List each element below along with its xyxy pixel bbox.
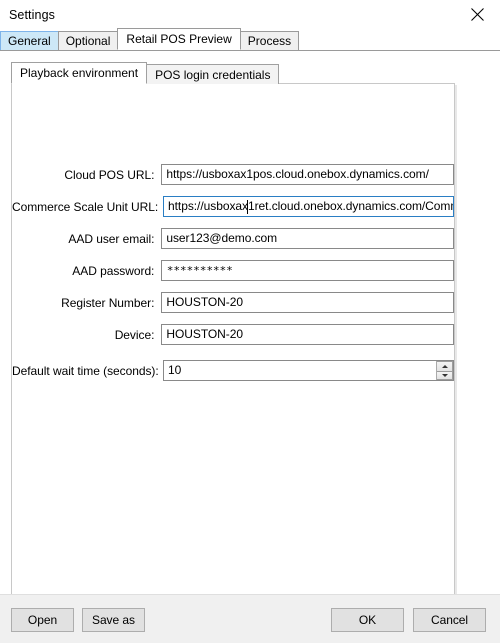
title-bar: Settings [0, 0, 500, 29]
input-commerce-scale-unit-url[interactable]: https://usboxax1ret.cloud.onebox.dynamic… [163, 196, 454, 217]
input-register-number[interactable]: HOUSTON-20 [161, 292, 454, 313]
spinner-down-button[interactable] [437, 370, 453, 380]
form-row-cloud-pos-url: Cloud POS URL: https://usboxax1pos.cloud… [12, 164, 454, 185]
label-device: Device: [114, 327, 155, 342]
form-row-device: Device: HOUSTON-20 [12, 324, 454, 345]
open-button[interactable]: Open [11, 608, 74, 632]
input-register-number-value: HOUSTON-20 [166, 295, 243, 309]
form-row-commerce-scale-unit-url: Commerce Scale Unit URL: https://usboxax… [12, 196, 454, 217]
save-as-button[interactable]: Save as [82, 608, 145, 632]
tab-optional[interactable]: Optional [57, 31, 119, 50]
tab-process[interactable]: Process [239, 31, 300, 50]
input-default-wait-time-value: 10 [168, 363, 182, 377]
label-default-wait-time: Default wait time (seconds): [12, 363, 159, 378]
outer-tab-strip: General Optional Retail POS Preview Proc… [0, 28, 500, 50]
settings-dialog: Settings General Optional Retail POS Pre… [0, 0, 500, 643]
inner-tab-panel: Cloud POS URL: https://usboxax1pos.cloud… [11, 83, 455, 594]
tab-pos-login-credentials[interactable]: POS login credentials [146, 64, 280, 84]
input-aad-user-email[interactable]: user123@demo.com [161, 228, 454, 249]
quantity-stepper [436, 361, 453, 380]
input-aad-password-value: ********** [167, 264, 234, 277]
label-cloud-pos-url: Cloud POS URL: [64, 167, 155, 182]
triangle-down-icon [441, 373, 448, 377]
form-row-default-wait-time: Default wait time (seconds): 10 [12, 360, 454, 381]
text-caret [247, 200, 248, 214]
dialog-footer: Open Save as OK Cancel [0, 594, 500, 643]
window-title: Settings [9, 7, 55, 22]
label-commerce-scale-unit-url: Commerce Scale Unit URL: [12, 199, 159, 214]
input-commerce-scale-unit-url-value: https://usboxax1ret.cloud.onebox.dynamic… [168, 199, 454, 213]
input-default-wait-time[interactable]: 10 [163, 360, 454, 381]
form-row-aad-password: AAD password: ********** [12, 260, 454, 281]
form-row-register-number: Register Number: HOUSTON-20 [12, 292, 454, 313]
tab-playback-environment[interactable]: Playback environment [11, 62, 148, 84]
inner-tab-strip: Playback environment POS login credentia… [11, 62, 489, 84]
input-device-value: HOUSTON-20 [166, 327, 243, 341]
close-icon [470, 8, 484, 21]
outer-tab-panel: Playback environment POS login credentia… [0, 50, 500, 594]
cancel-button[interactable]: Cancel [413, 608, 486, 632]
label-aad-password: AAD password: [72, 263, 155, 278]
form-row-aad-user-email: AAD user email: user123@demo.com [12, 228, 454, 249]
input-cloud-pos-url[interactable]: https://usboxax1pos.cloud.onebox.dynamic… [161, 164, 454, 185]
close-button[interactable] [454, 0, 500, 29]
tab-retail-pos-preview[interactable]: Retail POS Preview [117, 28, 241, 50]
ok-button[interactable]: OK [331, 608, 404, 632]
label-register-number: Register Number: [61, 295, 155, 310]
input-aad-user-email-value: user123@demo.com [166, 231, 278, 245]
spinner-up-button[interactable] [437, 361, 453, 371]
input-cloud-pos-url-value: https://usboxax1pos.cloud.onebox.dynamic… [166, 167, 429, 181]
tab-general[interactable]: General [0, 31, 59, 50]
triangle-up-icon [441, 364, 448, 368]
input-device[interactable]: HOUSTON-20 [161, 324, 454, 345]
input-aad-password[interactable]: ********** [161, 260, 454, 281]
label-aad-user-email: AAD user email: [68, 231, 155, 246]
